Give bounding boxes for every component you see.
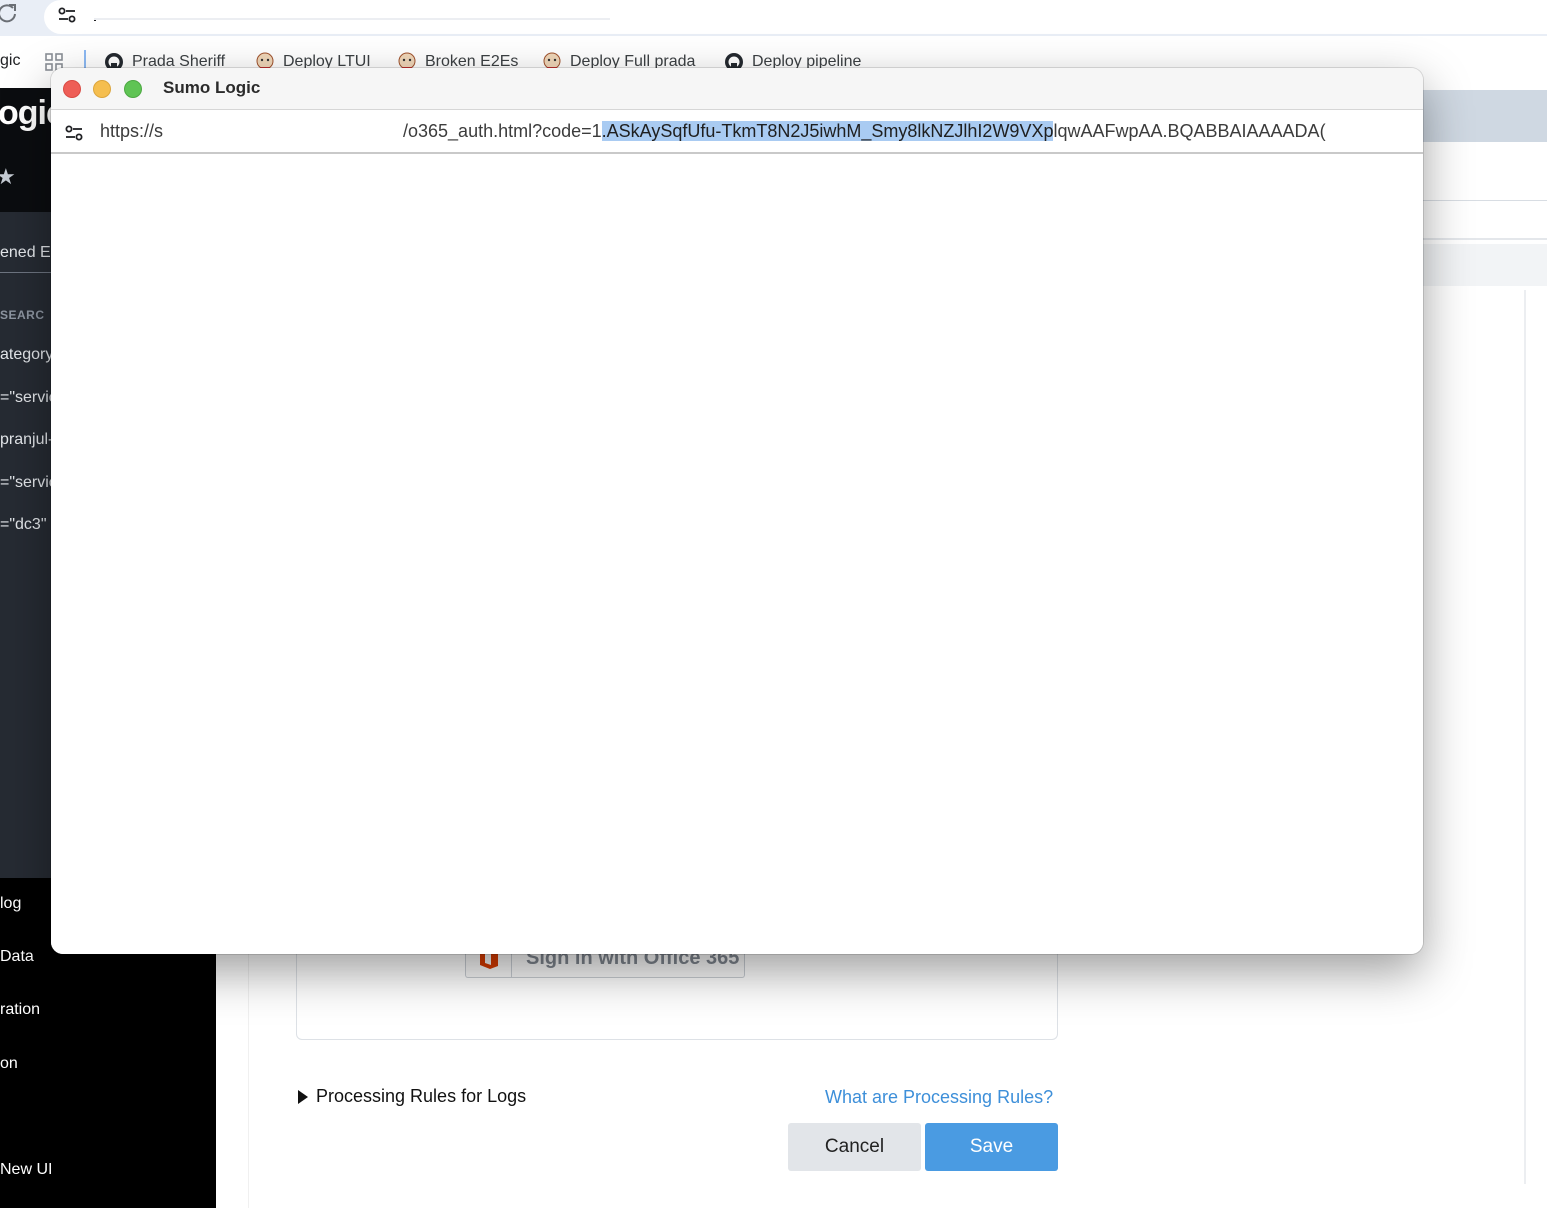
tab-title-fragment: gic [0,52,21,69]
caret-right-icon [298,1089,308,1104]
processing-rules-help-link[interactable]: What are Processing Rules? [825,1087,1053,1108]
toolbar-fragment [1420,244,1547,286]
save-button[interactable]: Save [925,1123,1058,1171]
url-scheme: https://s [100,121,164,141]
url-path[interactable]: /o365_auth.html?code=1.ASkAySqfUfu-TkmT8… [403,121,1401,145]
nav-item-help[interactable]: on [0,1055,18,1073]
site-settings-icon[interactable] [56,4,78,26]
nav-section-heading: SEARC [0,308,45,322]
popup-title: Sumo Logic [163,78,261,97]
popup-content-blank [51,156,1423,954]
window-minimize-icon[interactable] [93,80,111,98]
url-text: /o365_auth.html?code=1 [403,121,602,141]
sign-in-office365-button[interactable]: Sign in with Office 365 [465,950,745,978]
nav-item-data[interactable]: Data [0,948,34,966]
screen: gic Prada Sheriff Deploy LTUI Broken E2E… [0,0,1547,1208]
nav-tab-opened[interactable]: ened E [0,244,51,262]
site-settings-icon[interactable] [63,122,85,144]
nav-item-administration[interactable]: ration [0,1001,40,1019]
cancel-button[interactable]: Cancel [788,1123,921,1171]
nav-item-new-ui[interactable]: New UI [0,1161,52,1179]
processing-rules-label: Processing Rules for Logs [316,1086,527,1106]
divider [1420,238,1547,240]
nav-item-log[interactable]: log [0,895,21,913]
url-selected-text: .ASkAySqfUfu-TkmT8N2J5iwhM_Smy8lkNZJlhI2… [601,121,1054,141]
nav-query-item[interactable]: ="dc3" [0,516,47,534]
office-icon [466,950,512,977]
nav-query-item[interactable]: ="servic [0,474,57,492]
nav-tab-underline [0,272,52,273]
nav-query-item[interactable]: pranjul- [0,431,53,449]
browser-address-strip [0,0,1547,36]
divider [1420,200,1547,201]
url-text: lqwAAFwpAA.BQABBAIAAAADA( [1053,121,1326,141]
window-maximize-icon[interactable] [124,80,142,98]
auth-popup-window: Sumo Logic https://s /o365_auth.html?cod… [51,68,1423,954]
window-close-icon[interactable] [63,80,81,98]
redacted-url [94,4,610,20]
reload-icon[interactable] [0,2,20,26]
popup-url-bar[interactable]: https://s /o365_auth.html?code=1.ASkAySq… [51,110,1423,154]
star-icon[interactable]: ★ [0,164,16,190]
processing-rules-toggle[interactable]: Processing Rules for Logs [298,1086,526,1107]
scrollbar-track [1524,290,1526,1184]
nav-query-item[interactable]: ="servic [0,389,57,407]
popup-titlebar[interactable]: Sumo Logic [51,68,1423,110]
omnibox[interactable] [44,0,1547,34]
